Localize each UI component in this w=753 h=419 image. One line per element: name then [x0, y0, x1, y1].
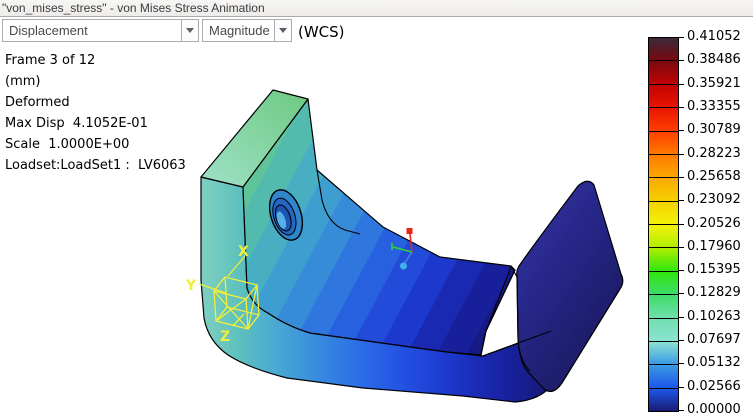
legend-value-label: 0.15395: [687, 262, 741, 277]
legend-band: [649, 38, 678, 61]
legend-value-label: 0.25658: [687, 169, 741, 184]
legend-value-label: 0.12829: [687, 285, 741, 300]
legend-band: [649, 247, 678, 271]
legend-tick: [678, 60, 684, 61]
legend-band: [649, 270, 678, 295]
model-canvas[interactable]: X Y Z: [0, 0, 753, 419]
legend-band: [649, 387, 678, 411]
legend-tick: [678, 410, 684, 411]
legend-value-label: 0.07697: [687, 332, 741, 347]
legend-band: [649, 177, 678, 201]
legend-value-label: 0.02566: [687, 379, 741, 394]
legend-band: [649, 294, 678, 318]
legend-band: [649, 364, 678, 388]
legend-tick: [678, 293, 684, 294]
animation-window: "von_mises_stress" - von Mises Stress An…: [0, 0, 753, 419]
constraint-axis-z-label: Z: [220, 329, 230, 345]
legend-value-label: 0.17960: [687, 239, 741, 254]
legend-value-label: 0.33355: [687, 99, 741, 114]
legend-band: [649, 340, 678, 365]
legend-tick: [678, 130, 684, 131]
legend-value-label: 0.28223: [687, 146, 741, 161]
legend-value-label: 0.20526: [687, 216, 741, 231]
legend-band: [649, 224, 678, 248]
legend-value-label: 0.41052: [687, 29, 741, 44]
fringe-legend-bar: [648, 37, 679, 412]
legend-value-label: 0.23092: [687, 192, 741, 207]
constraint-axis-y-label: Y: [185, 278, 197, 294]
legend-value-label: 0.30789: [687, 122, 741, 137]
legend-tick: [678, 317, 684, 318]
legend-value-label: 0.05132: [687, 355, 741, 370]
legend-band: [649, 83, 678, 108]
legend-tick: [678, 270, 684, 271]
legend-tick: [678, 387, 684, 388]
legend-value-label: 0.00000: [687, 402, 741, 417]
legend-tick: [678, 200, 684, 201]
legend-band: [649, 107, 678, 131]
legend-tick: [678, 154, 684, 155]
constraint-axis-x-label: X: [238, 244, 249, 260]
legend-tick: [678, 224, 684, 225]
legend-band: [649, 153, 678, 178]
legend-value-label: 0.10263: [687, 309, 741, 324]
legend-tick: [678, 84, 684, 85]
legend-band: [649, 200, 678, 224]
legend-tick: [678, 247, 684, 248]
legend-tick: [678, 177, 684, 178]
right-flange: [516, 180, 624, 393]
legend-tick: [678, 363, 684, 364]
legend-band: [649, 317, 678, 341]
legend-value-label: 0.35921: [687, 76, 741, 91]
legend-band: [649, 60, 678, 84]
legend-tick: [678, 107, 684, 108]
legend-band: [649, 130, 678, 154]
legend-value-label: 0.38486: [687, 52, 741, 67]
legend-tick: [678, 37, 684, 38]
legend-tick: [678, 340, 684, 341]
